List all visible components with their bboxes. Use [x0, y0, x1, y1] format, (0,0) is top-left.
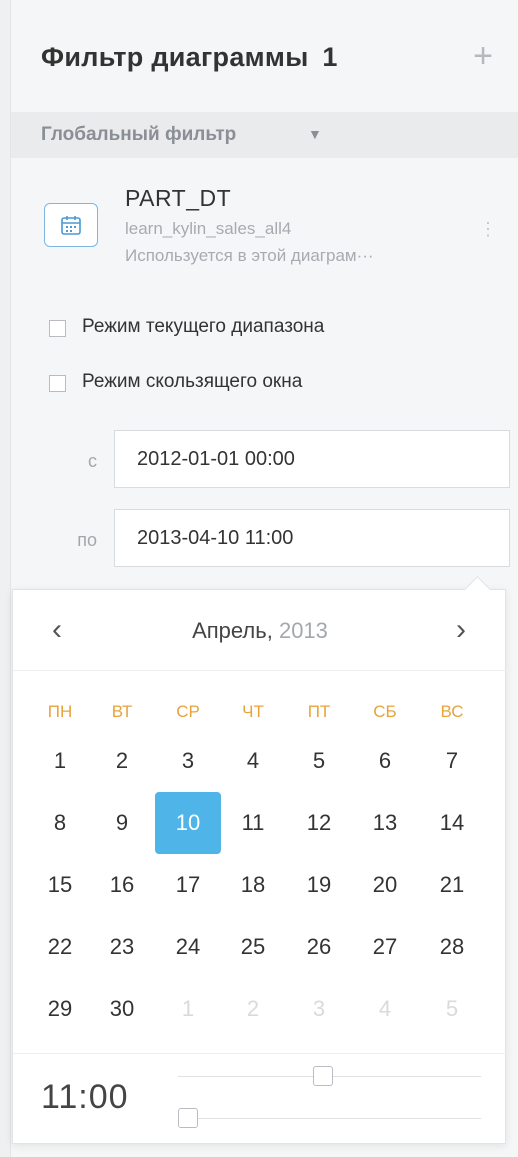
panel-header: Фильтр диаграммы 1 +	[11, 0, 518, 110]
time-display: 11:00	[41, 1078, 129, 1116]
calendar-day[interactable]: 26	[286, 916, 352, 978]
month-name: Апрель,	[192, 618, 273, 643]
calendar-day-other-month[interactable]: 4	[352, 978, 418, 1040]
weekday-label: ВТ	[111, 702, 133, 721]
filter-count: 1	[322, 42, 338, 72]
calendar-day[interactable]: 3	[155, 730, 221, 792]
calendar-day[interactable]: 25	[220, 916, 286, 978]
calendar-day[interactable]: 18	[220, 854, 286, 916]
calendar-day-other-month[interactable]: 1	[155, 978, 221, 1040]
current-range-mode-checkbox[interactable]	[49, 320, 66, 337]
weekday-label: СБ	[373, 702, 397, 721]
to-date-input[interactable]: 2013-04-10 11:00	[114, 509, 510, 567]
minute-slider-track[interactable]	[178, 1118, 481, 1119]
calendar-day[interactable]: 27	[352, 916, 418, 978]
calendar-day[interactable]: 29	[27, 978, 93, 1040]
field-table: learn_kylin_sales_all4	[125, 219, 292, 238]
weekday-label: СР	[176, 702, 200, 721]
calendar-day[interactable]: 21	[419, 854, 485, 916]
calendar-day[interactable]: 24	[155, 916, 221, 978]
calendar-day[interactable]: 12	[286, 792, 352, 854]
calendar-day[interactable]: 23	[89, 916, 155, 978]
calendar-day[interactable]: 16	[89, 854, 155, 916]
calendar-day[interactable]: 15	[27, 854, 93, 916]
panel-title: Фильтр диаграммы 1	[41, 42, 338, 73]
more-vertical-icon[interactable]: ⋮	[479, 220, 497, 238]
panel-title-text: Фильтр диаграммы	[41, 42, 309, 72]
current-range-mode-label: Режим текущего диапазона	[82, 316, 325, 337]
sliding-window-mode-label: Режим скользящего окна	[82, 371, 303, 392]
calendar-day-other-month[interactable]: 5	[419, 978, 485, 1040]
picker-divider	[13, 670, 507, 671]
month-title: Апрель, 2013	[13, 618, 507, 644]
field-usage: Используется в этой диаграм···	[125, 246, 374, 265]
page: Фильтр диаграммы 1 + Глобальный фильтр ▼	[0, 0, 518, 1157]
to-label: по	[77, 530, 97, 550]
calendar-day-selected[interactable]: 10	[155, 792, 221, 854]
plus-icon[interactable]: +	[465, 38, 501, 74]
calendar-day[interactable]: 22	[27, 916, 93, 978]
calendar-day[interactable]: 1	[27, 730, 93, 792]
weekday-label: ЧТ	[242, 702, 264, 721]
calendar-day[interactable]: 4	[220, 730, 286, 792]
year-label: 2013	[278, 618, 328, 643]
calendar-day[interactable]: 8	[27, 792, 93, 854]
global-filter-section[interactable]: Глобальный фильтр ▼	[11, 112, 518, 158]
from-label: с	[88, 451, 97, 471]
calendar-day[interactable]: 28	[419, 916, 485, 978]
calendar-day[interactable]: 9	[89, 792, 155, 854]
calendar-day[interactable]: 14	[419, 792, 485, 854]
calendar-day[interactable]: 30	[89, 978, 155, 1040]
sliding-window-mode-checkbox[interactable]	[49, 375, 66, 392]
date-picker-popup: ‹ Апрель, 2013 › ПН ВТ СР ЧТ ПТ СБ ВС 12345678…	[12, 576, 507, 1144]
minute-slider-handle[interactable]	[178, 1108, 198, 1128]
calendar-icon	[44, 203, 98, 247]
section-label: Глобальный фильтр	[41, 124, 237, 145]
weekday-label: ВС	[440, 702, 464, 721]
calendar-day[interactable]: 7	[419, 730, 485, 792]
calendar-day[interactable]: 17	[155, 854, 221, 916]
from-date-input[interactable]: 2012-01-01 00:00	[114, 430, 510, 488]
calendar-day[interactable]: 6	[352, 730, 418, 792]
calendar-day-other-month[interactable]: 2	[220, 978, 286, 1040]
calendar-day[interactable]: 20	[352, 854, 418, 916]
chevron-right-icon[interactable]: ›	[441, 610, 481, 650]
field-name: PART_DT	[125, 185, 232, 211]
calendar-day[interactable]: 19	[286, 854, 352, 916]
calendar-day-other-month[interactable]: 3	[286, 978, 352, 1040]
weekday-label: ПТ	[307, 702, 331, 721]
caret-down-icon: ▼	[308, 126, 322, 142]
calendar-day[interactable]: 11	[220, 792, 286, 854]
calendar-day[interactable]: 13	[352, 792, 418, 854]
time-divider	[13, 1053, 507, 1054]
calendar-day[interactable]: 5	[286, 730, 352, 792]
weekday-label: ПН	[47, 702, 73, 721]
calendar-day[interactable]: 2	[89, 730, 155, 792]
date-field-card[interactable]: PART_DT learn_kylin_sales_all4 Используе…	[11, 168, 518, 278]
hour-slider-handle[interactable]	[313, 1066, 334, 1086]
